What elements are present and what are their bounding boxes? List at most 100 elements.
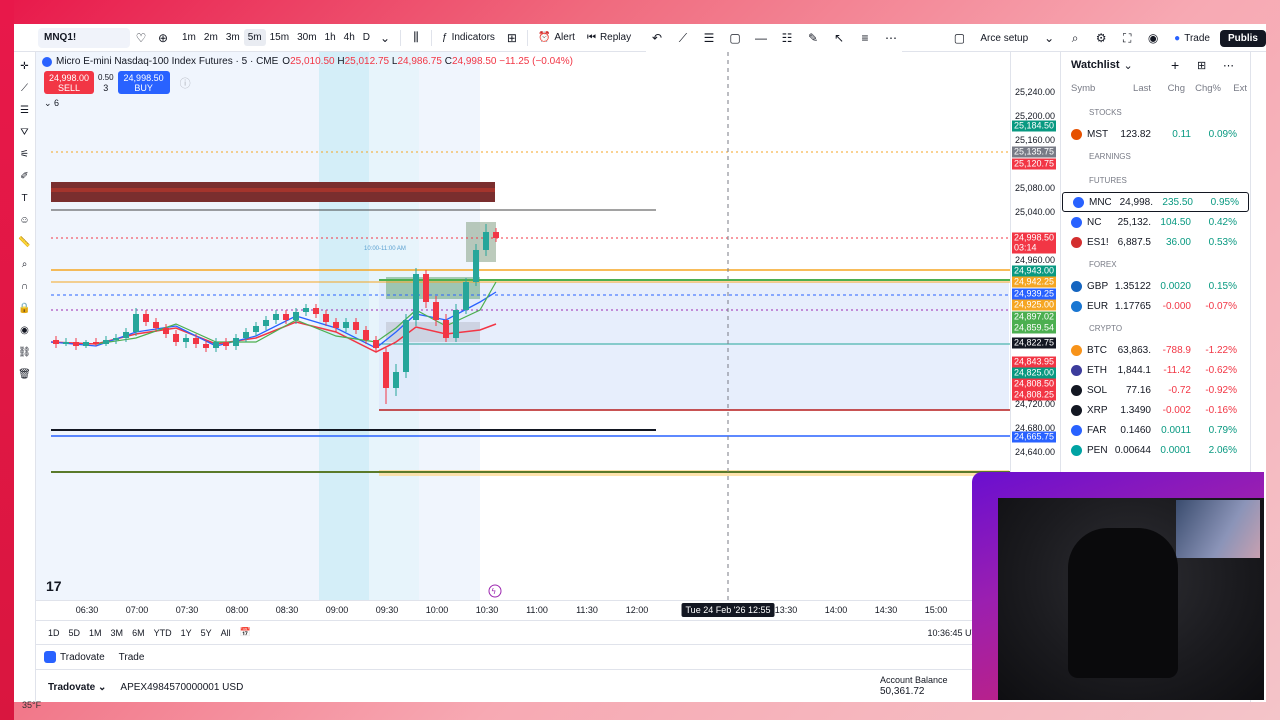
indicator-toggle[interactable]: ⌄ 6 (44, 98, 59, 109)
webcam-overlay (972, 472, 1264, 700)
list-item[interactable]: FAR 0.1460 0.0011 0.79% (1061, 420, 1250, 440)
interval-1m[interactable]: 1m (178, 29, 200, 46)
list-item[interactable]: SOL 77.16 -0.72 -0.92% (1061, 380, 1250, 400)
brush-tool-icon[interactable]: ✐ (16, 166, 34, 186)
ruler-icon[interactable]: 📏 (16, 232, 34, 252)
prediction-icon[interactable]: ⚟ (16, 144, 34, 164)
cursor-icon[interactable]: ↖ (828, 27, 850, 49)
candle-body (53, 340, 59, 344)
chart-pane[interactable]: 10:00-11:00 AM ϟ Micro E-mini Nasdaq-100… (36, 52, 1059, 600)
candle-body (133, 314, 139, 332)
list-item[interactable]: BTC 63,863. -788.9 -1.22% (1061, 340, 1250, 360)
trade-tab[interactable]: Trade (119, 652, 145, 663)
list-item[interactable]: MST 123.82 0.11 0.09% (1061, 124, 1250, 144)
price-badge: 25,120.75 (1012, 158, 1056, 170)
more-icon[interactable]: ⋯ (880, 27, 902, 49)
buy-button[interactable]: 24,998.50 BUY (117, 71, 170, 94)
time-tick-label: 07:00 (125, 605, 149, 615)
list-item[interactable]: EUR 1.17765 -0.000 -0.07% (1061, 296, 1250, 316)
time-axis[interactable]: 06:30 07:00 07:30 08:00 08:30 09:00 09:30 10:00… (36, 600, 1059, 620)
eye-icon[interactable]: ◉ (16, 320, 34, 340)
watchlist-title[interactable]: Watchlist (1071, 59, 1120, 71)
link-icon[interactable]: ⛓ (16, 342, 34, 362)
replay-button[interactable]: ⏮ Replay (581, 32, 637, 43)
interval-2m[interactable]: 2m (200, 29, 222, 46)
add-symbol-icon[interactable]: ⊕ (152, 27, 174, 49)
lock-icon[interactable]: 🔒 (16, 298, 34, 318)
section-stocks[interactable]: STOCKS (1061, 100, 1250, 124)
chevron-down-icon[interactable]: ⌄ (1038, 27, 1060, 49)
tradovate-tab[interactable]: Tradovate (44, 651, 105, 663)
alert-button[interactable]: ⏰ Alert (532, 32, 581, 43)
list-item[interactable]: NC 25,132. 104.50 0.42% (1061, 212, 1250, 232)
symbol-search[interactable]: MNQ1! (38, 27, 130, 48)
interval-4h[interactable]: 4h (340, 29, 359, 46)
info-icon[interactable]: ⓘ (180, 75, 191, 91)
fullscreen-icon[interactable]: ⛶ (1116, 27, 1138, 49)
interval-3m[interactable]: 3m (222, 29, 244, 46)
search-icon[interactable]: ⌕ (1064, 27, 1086, 49)
sell-button[interactable]: 24,998.00 SELL (44, 71, 94, 94)
zoom-icon[interactable]: ⌕ (16, 254, 34, 274)
trade-button[interactable]: ● Trade (1168, 33, 1216, 44)
interval-5m[interactable]: 5m (243, 29, 266, 46)
list-item[interactable]: ES1! 6,887.5 36.00 0.53% (1061, 232, 1250, 252)
smile-icon[interactable]: ☺ (16, 210, 34, 230)
ethereum-icon (1071, 364, 1082, 376)
candlestick-icon[interactable]: ⫼ (405, 27, 427, 49)
list-item[interactable]: ETH 1,844.1 -11.42 -0.62% (1061, 360, 1250, 380)
price-badge: 24,925.00 (1012, 299, 1056, 311)
horizontal-line-icon[interactable]: — (750, 27, 772, 49)
list-item[interactable]: PEN 0.00644 0.0001 2.06% (1061, 440, 1250, 460)
indicators-button[interactable]: ƒ Indicators (436, 32, 501, 43)
gear-icon[interactable]: ⚙ (1090, 27, 1112, 49)
candle-body (123, 332, 129, 338)
crosshair-icon[interactable]: ✛ (16, 56, 34, 76)
lines-icon[interactable]: ☰ (698, 27, 720, 49)
price-chart[interactable]: 10:00-11:00 AM ϟ (36, 52, 1010, 600)
time-tick-label: 08:00 (225, 605, 249, 615)
chevron-down-icon[interactable]: ⌄ (1124, 59, 1133, 72)
interval-1h[interactable]: 1h (321, 29, 340, 46)
text-icon[interactable]: T (16, 188, 34, 208)
list-item[interactable]: XRP 1.3490 -0.002 -0.16% (1061, 400, 1250, 420)
price-badge: 03:14 (1012, 242, 1056, 254)
add-icon[interactable]: + (1171, 57, 1179, 73)
settings-lines-icon[interactable]: ≡ (854, 27, 876, 49)
interval-30m[interactable]: 30m (293, 29, 320, 46)
list-item-selected[interactable]: MNC 24,998. 235.50 0.95% (1062, 192, 1249, 212)
table-icon[interactable]: ⊞ (1197, 59, 1206, 72)
trendline-icon[interactable]: ⟋ (672, 27, 694, 49)
fib-icon[interactable]: ☰ (16, 100, 34, 120)
publish-button[interactable]: Publis (1219, 29, 1266, 47)
list-item[interactable]: GBP 1.35122 0.0020 0.15% (1061, 276, 1250, 296)
heart-icon[interactable]: ♡ (130, 27, 152, 49)
candle-body (193, 338, 199, 344)
pitchfork-icon[interactable]: ☷ (776, 27, 798, 49)
trendline-tool-icon[interactable]: ⟋ (16, 78, 34, 98)
chevron-down-icon[interactable]: ⌄ (374, 27, 396, 49)
camera-icon[interactable]: ◉ (1142, 27, 1164, 49)
layout-name[interactable]: Arce setup (974, 33, 1034, 44)
section-earnings[interactable]: EARNINGS (1061, 144, 1250, 168)
weather-widget[interactable]: 35°F (22, 700, 41, 710)
section-crypto[interactable]: CRYPTO (1061, 316, 1250, 340)
trash-icon[interactable]: 🗑 (16, 364, 34, 384)
interval-15m[interactable]: 15m (266, 29, 293, 46)
price-tick-label: 25,240.00 (1015, 87, 1056, 97)
more-icon[interactable]: ⋯ (1223, 59, 1234, 72)
candle-body (353, 322, 359, 330)
rectangle-icon[interactable]: ▢ (724, 27, 746, 49)
magnet-icon[interactable]: ∩ (16, 276, 34, 296)
templates-icon[interactable]: ⊞ (501, 27, 523, 49)
section-forex[interactable]: FOREX (1061, 252, 1250, 276)
section-futures[interactable]: FUTURES (1061, 168, 1250, 192)
interval-d[interactable]: D (359, 29, 374, 46)
undo-icon[interactable]: ↶ (646, 27, 668, 49)
pattern-icon[interactable]: ⛛ (16, 122, 34, 142)
tradingview-logo: 17 (46, 578, 62, 594)
top-toolbar: MNQ1! ♡ ⊕ 1m 2m 3m 5m 15m 30m 1h 4h D ⌄ … (14, 24, 1266, 52)
candle-body (493, 232, 499, 238)
brush-icon[interactable]: ✎ (802, 27, 824, 49)
layout-icon[interactable]: ▢ (948, 27, 970, 49)
